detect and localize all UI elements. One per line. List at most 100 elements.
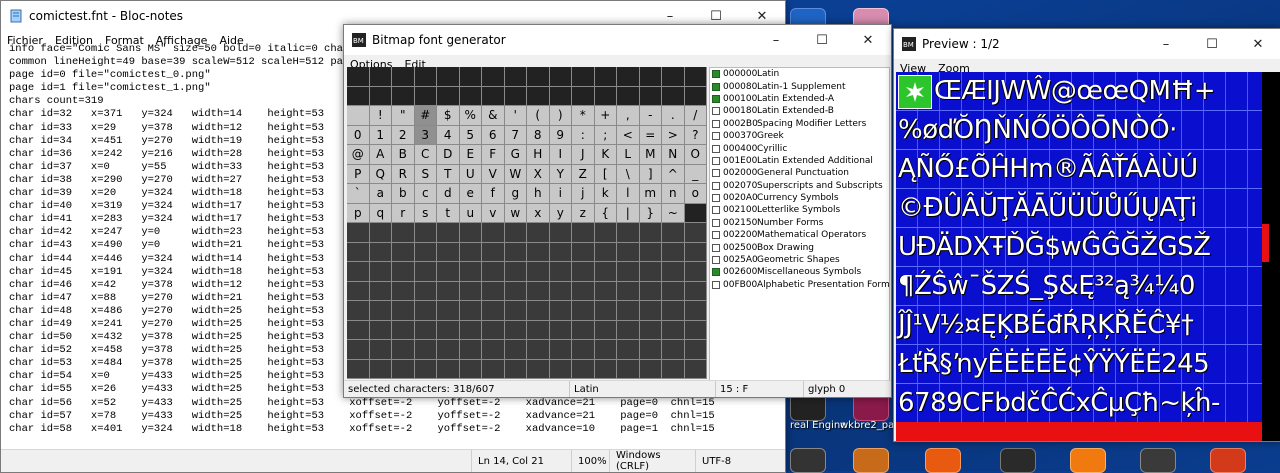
glyph-cell[interactable] (617, 86, 640, 106)
range-checkbox[interactable] (712, 218, 720, 227)
glyph-cell[interactable] (437, 320, 460, 340)
glyph-cell[interactable] (662, 359, 685, 379)
glyph-cell[interactable]: t (437, 203, 460, 223)
glyph-cell[interactable] (617, 359, 640, 379)
unicode-range-item[interactable]: 002500 Box Drawing (710, 241, 889, 253)
glyph-cell[interactable]: o (684, 184, 707, 204)
glyph-cell[interactable]: X (527, 164, 550, 184)
glyph-cell[interactable] (482, 67, 505, 87)
glyph-cell[interactable]: x (527, 203, 550, 223)
glyph-cell[interactable] (527, 67, 550, 87)
glyph-cell[interactable] (662, 242, 685, 262)
glyph-cell[interactable] (504, 359, 527, 379)
glyph-cell[interactable]: K (594, 145, 617, 165)
unicode-range-item[interactable]: 000000 Latin (710, 68, 889, 80)
glyph-cell[interactable] (392, 320, 415, 340)
glyph-cell[interactable]: B (392, 145, 415, 165)
glyph-cell[interactable]: 6 (482, 125, 505, 145)
glyph-cell[interactable]: | (617, 203, 640, 223)
glyph-cell[interactable] (437, 86, 460, 106)
maximize-button[interactable]: ☐ (1189, 29, 1235, 59)
glyph-cell[interactable] (662, 67, 685, 87)
unicode-range-item[interactable]: 000100 Latin Extended-A (710, 93, 889, 105)
glyph-cell[interactable] (437, 223, 460, 243)
glyph-cell[interactable] (594, 242, 617, 262)
glyph-cell[interactable]: " (392, 106, 415, 126)
glyph-cell[interactable] (594, 67, 617, 87)
unicode-range-item[interactable]: 000180 Latin Extended-B (710, 105, 889, 117)
glyph-cell[interactable]: * (572, 106, 595, 126)
glyph-cell[interactable] (662, 262, 685, 282)
glyph-cell[interactable]: - (639, 106, 662, 126)
glyph-cell[interactable]: S (414, 164, 437, 184)
glyph-cell[interactable]: 4 (437, 125, 460, 145)
glyph-cell[interactable] (594, 281, 617, 301)
glyph-cell[interactable] (572, 86, 595, 106)
desktop-icon-bottom[interactable] (1000, 448, 1036, 473)
unicode-range-item[interactable]: 002070 Superscripts and Subscripts (710, 180, 889, 192)
glyph-cell[interactable]: 2 (392, 125, 415, 145)
glyph-cell[interactable]: 7 (504, 125, 527, 145)
glyph-cell[interactable] (572, 223, 595, 243)
glyph-cell[interactable]: g (504, 184, 527, 204)
glyph-cell[interactable]: W (504, 164, 527, 184)
glyph-cell[interactable]: ] (639, 164, 662, 184)
glyph-cell[interactable] (482, 301, 505, 321)
glyph-cell[interactable] (549, 86, 572, 106)
glyph-cell[interactable] (684, 223, 707, 243)
glyph-cell[interactable] (549, 223, 572, 243)
glyph-cell[interactable]: . (662, 106, 685, 126)
glyph-cell[interactable] (459, 242, 482, 262)
glyph-cell[interactable] (504, 301, 527, 321)
glyph-cell[interactable] (617, 340, 640, 360)
glyph-cell[interactable]: # (414, 106, 437, 126)
glyph-cell[interactable] (369, 320, 392, 340)
glyph-cell[interactable] (414, 281, 437, 301)
glyph-cell[interactable]: a (369, 184, 392, 204)
glyph-cell[interactable] (549, 320, 572, 340)
glyph-cell[interactable] (662, 340, 685, 360)
unicode-range-item[interactable]: 0020A0 Currency Symbols (710, 192, 889, 204)
glyph-cell[interactable] (684, 262, 707, 282)
glyph-cell[interactable] (369, 86, 392, 106)
glyph-cell[interactable] (684, 242, 707, 262)
glyph-cell[interactable] (549, 262, 572, 282)
glyph-cell[interactable] (369, 281, 392, 301)
glyph-cell[interactable]: ~ (662, 203, 685, 223)
glyph-cell[interactable]: M (639, 145, 662, 165)
glyph-cell[interactable] (482, 281, 505, 301)
glyph-cell[interactable]: ! (369, 106, 392, 126)
minimize-button[interactable]: – (1143, 29, 1189, 59)
bmfont-titlebar[interactable]: BM Bitmap font generator – ☐ ✕ (344, 25, 891, 55)
glyph-cell[interactable] (594, 301, 617, 321)
glyph-cell[interactable] (414, 340, 437, 360)
glyph-cell[interactable] (572, 359, 595, 379)
glyph-cell[interactable] (392, 223, 415, 243)
glyph-cell[interactable] (527, 262, 550, 282)
unicode-range-item[interactable]: 0025A0 Geometric Shapes (710, 254, 889, 266)
desktop-icon-bottom[interactable] (1210, 448, 1246, 473)
desktop-icon-bottom[interactable] (925, 448, 961, 473)
glyph-cell[interactable] (549, 67, 572, 87)
glyph-cell[interactable] (414, 359, 437, 379)
glyph-cell[interactable]: = (639, 125, 662, 145)
glyph-cell[interactable] (482, 340, 505, 360)
glyph-cell[interactable] (414, 86, 437, 106)
glyph-cell[interactable]: Z (572, 164, 595, 184)
glyph-cell[interactable] (639, 67, 662, 87)
glyph-cell[interactable] (459, 281, 482, 301)
desktop-icon-bottom[interactable] (1140, 448, 1176, 473)
glyph-cell[interactable]: ` (347, 184, 370, 204)
glyph-cell[interactable]: 5 (459, 125, 482, 145)
glyph-cell[interactable] (437, 242, 460, 262)
unicode-range-list[interactable]: 000000 Latin 000080 Latin-1 Supplement 00010… (709, 67, 890, 381)
glyph-cell[interactable]: w (504, 203, 527, 223)
glyph-cell[interactable] (347, 320, 370, 340)
glyph-cell[interactable] (459, 223, 482, 243)
glyph-cell[interactable]: A (369, 145, 392, 165)
glyph-cell[interactable]: : (572, 125, 595, 145)
glyph-cell[interactable] (347, 340, 370, 360)
glyph-cell[interactable] (572, 242, 595, 262)
glyph-cell[interactable] (347, 301, 370, 321)
glyph-cell[interactable]: Y (549, 164, 572, 184)
